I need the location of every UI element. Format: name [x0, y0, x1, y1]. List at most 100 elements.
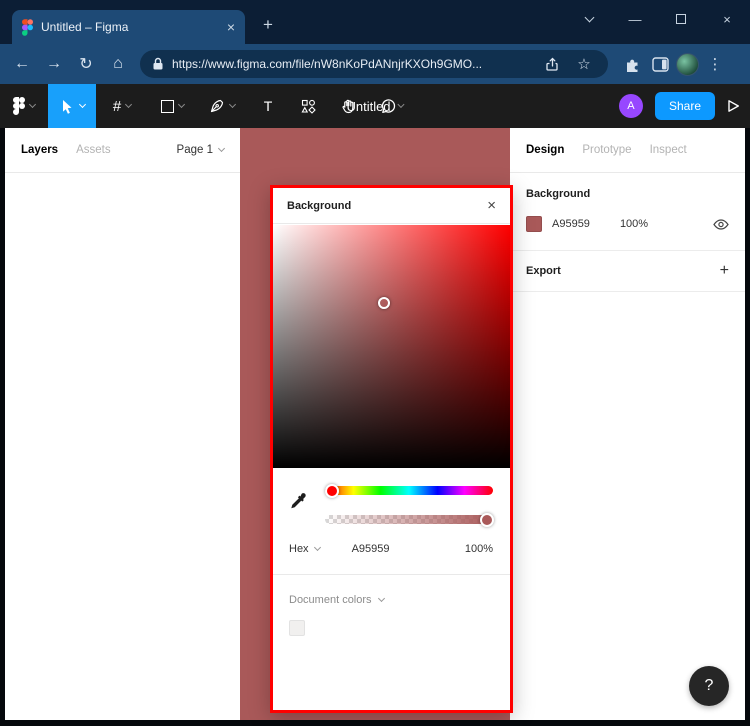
url-bar[interactable]: https://www.figma.com/file/nW8nKoPdANnjr… — [140, 50, 608, 78]
close-window-button[interactable]: × — [704, 0, 750, 38]
opacity-gradient — [325, 515, 493, 524]
close-tab-icon[interactable]: × — [227, 20, 235, 34]
hue-slider-handle[interactable] — [325, 484, 339, 498]
tab-title: Untitled – Figma — [41, 20, 219, 34]
color-cursor[interactable] — [378, 297, 390, 309]
layers-panel-header: Layers Assets Page 1 — [5, 128, 240, 173]
chevron-down-icon — [584, 13, 594, 23]
share-button[interactable]: Share — [655, 92, 715, 120]
background-hex-value[interactable]: A95959 — [552, 218, 590, 230]
document-color-swatch[interactable] — [289, 620, 305, 636]
properties-panel: Design Prototype Inspect Background A959… — [510, 128, 745, 720]
screen: Untitled – Figma × + — × ← → ↻ ⌂ https:/… — [0, 0, 750, 726]
toolbar-right-cluster: A Share — [619, 84, 740, 128]
back-button[interactable]: ← — [8, 50, 36, 78]
close-picker-icon[interactable]: × — [487, 198, 496, 213]
bookmark-star-icon[interactable]: ☆ — [572, 52, 596, 76]
background-section-title: Background — [526, 188, 729, 200]
visibility-toggle[interactable] — [713, 219, 729, 230]
forward-button[interactable]: → — [40, 50, 68, 78]
color-picker-header: Background × — [273, 188, 510, 224]
chevron-down-icon — [79, 101, 86, 108]
properties-panel-tabs: Design Prototype Inspect — [510, 128, 745, 173]
chevron-down-icon — [218, 145, 225, 152]
figma-favicon-icon — [22, 19, 33, 36]
play-icon — [727, 99, 740, 113]
move-tool-button[interactable] — [48, 84, 96, 128]
figma-toolbar: # T — [0, 84, 750, 128]
tab-design[interactable]: Design — [526, 144, 564, 156]
layers-panel: Layers Assets Page 1 — [5, 128, 240, 720]
page-selector-label: Page 1 — [177, 144, 213, 156]
color-picker-title: Background — [287, 200, 351, 212]
background-color-row: A95959 100% — [526, 216, 729, 232]
hex-value-input[interactable]: A95959 — [352, 543, 390, 555]
color-format-label: Hex — [289, 543, 309, 555]
export-section-title: Export — [526, 265, 561, 277]
maximize-button[interactable] — [658, 0, 704, 38]
resources-tool-button[interactable] — [288, 84, 328, 128]
chevron-down-icon — [398, 101, 405, 108]
add-export-button[interactable]: + — [720, 263, 729, 279]
chevron-down-icon — [378, 595, 385, 602]
picker-divider — [273, 574, 510, 575]
opacity-slider[interactable] — [325, 515, 493, 524]
tab-inspect[interactable]: Inspect — [650, 144, 687, 156]
chevron-down-icon — [125, 101, 132, 108]
browser-addressbar: ← → ↻ ⌂ https://www.figma.com/file/nW8nK… — [0, 44, 750, 84]
canvas[interactable]: Layers Assets Page 1 Design Prototype In… — [5, 128, 745, 720]
opacity-slider-handle[interactable] — [480, 513, 494, 527]
url-text: https://www.figma.com/file/nW8nKoPdANnjr… — [172, 57, 532, 71]
figma-logo-icon — [13, 97, 25, 115]
tab-prototype[interactable]: Prototype — [582, 144, 631, 156]
reload-button[interactable]: ↻ — [72, 50, 100, 78]
text-icon: T — [264, 98, 273, 114]
frame-tool-button[interactable]: # — [96, 84, 148, 128]
side-panel-icon[interactable] — [648, 52, 672, 76]
saturation-value-gradient[interactable] — [273, 225, 510, 468]
shape-tool-button[interactable] — [148, 84, 196, 128]
lock-icon — [152, 57, 164, 71]
chevron-down-icon — [314, 544, 321, 551]
extensions-puzzle-icon[interactable] — [620, 52, 644, 76]
opacity-value-input[interactable]: 100% — [465, 543, 493, 555]
minimize-button[interactable]: — — [612, 0, 658, 38]
file-name-menu[interactable]: Untitled — [346, 84, 403, 128]
present-button[interactable] — [727, 99, 740, 113]
frame-icon: # — [113, 98, 121, 115]
new-tab-button[interactable]: + — [257, 14, 279, 36]
resources-icon — [301, 99, 316, 114]
chevron-down-icon — [29, 101, 36, 108]
tab-layers[interactable]: Layers — [21, 144, 58, 156]
background-color-swatch[interactable] — [526, 216, 542, 232]
color-picker-panel: Background × Hex — [270, 185, 513, 713]
text-tool-button[interactable]: T — [248, 84, 288, 128]
hex-input-row: Hex A95959 100% — [289, 543, 493, 555]
hue-slider[interactable] — [325, 486, 493, 495]
browser-profile-avatar[interactable] — [676, 53, 699, 76]
eye-icon — [713, 219, 729, 230]
browser-tab[interactable]: Untitled – Figma × — [12, 10, 245, 44]
document-colors-label: Document colors — [289, 594, 372, 606]
browser-menu-icon[interactable]: ⋮ — [703, 52, 727, 76]
background-opacity-value[interactable]: 100% — [620, 218, 648, 230]
window-controls: — × — [566, 0, 750, 38]
home-button[interactable]: ⌂ — [104, 50, 132, 78]
background-section: Background A95959 100% — [510, 173, 745, 251]
tab-assets[interactable]: Assets — [76, 144, 111, 156]
eyedropper-icon — [289, 492, 307, 510]
pen-tool-button[interactable] — [196, 84, 248, 128]
share-page-icon[interactable] — [540, 52, 564, 76]
figma-main-menu[interactable] — [0, 84, 48, 128]
help-button[interactable]: ? — [689, 666, 729, 706]
file-name: Untitled — [346, 99, 390, 114]
chevron-down-icon — [229, 101, 236, 108]
page-selector[interactable]: Page 1 — [177, 144, 224, 156]
chevron-down-icon — [177, 101, 184, 108]
document-colors-dropdown[interactable]: Document colors — [289, 594, 384, 606]
color-format-dropdown[interactable]: Hex — [289, 543, 320, 555]
eyedropper-button[interactable] — [289, 492, 307, 515]
tab-search-button[interactable] — [566, 0, 612, 38]
rectangle-icon — [161, 100, 174, 113]
user-avatar[interactable]: A — [619, 94, 643, 118]
